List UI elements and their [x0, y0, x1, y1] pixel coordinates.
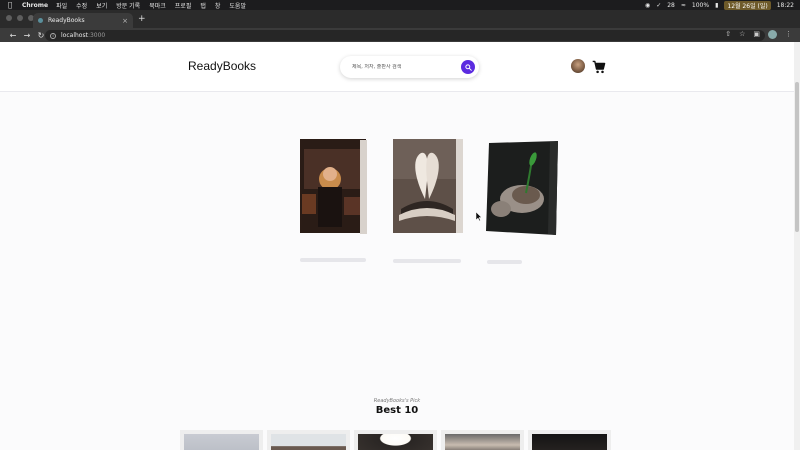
- search-bar: [340, 56, 479, 78]
- best-book-card[interactable]: [354, 430, 437, 450]
- user-avatar[interactable]: [571, 59, 585, 73]
- search-icon: [464, 63, 472, 71]
- site-logo[interactable]: ReadyBooks: [188, 59, 256, 73]
- new-tab-button[interactable]: +: [138, 15, 146, 24]
- back-arrow-icon[interactable]: ←: [6, 31, 20, 40]
- menubar-item-view[interactable]: 보기: [96, 1, 107, 10]
- site-info-icon[interactable]: i: [50, 32, 56, 39]
- menubar-item-bookmarks[interactable]: 북마크: [149, 1, 166, 10]
- menubar-app-name[interactable]: Chrome: [22, 2, 48, 9]
- best-book-card[interactable]: [528, 430, 611, 450]
- best-book-card[interactable]: [180, 430, 263, 450]
- menubar-item-help[interactable]: 도움말: [229, 1, 246, 10]
- window-controls: [6, 15, 34, 21]
- book-shadow: [300, 258, 366, 262]
- minimize-window-button[interactable]: [17, 15, 23, 21]
- book-card-heart-pages[interactable]: [393, 139, 463, 235]
- cart-icon[interactable]: [592, 60, 606, 74]
- menubar-status-area: ◉ ✓ 28 ≈ 100% ▮ 12월 26일 (일) 18:22: [645, 0, 794, 10]
- best-book-card[interactable]: [441, 430, 524, 450]
- best-section-title: Best 10: [375, 405, 419, 416]
- share-icon[interactable]: ⇧: [725, 30, 731, 39]
- best-section-subtitle: ReadyBooks's Pick: [373, 398, 421, 404]
- battery-icon[interactable]: ▮: [715, 2, 718, 9]
- search-button[interactable]: [461, 60, 475, 74]
- status-count[interactable]: 28: [667, 2, 675, 9]
- book-card-seedling-hands[interactable]: [486, 139, 560, 237]
- more-menu-icon[interactable]: ⋮: [785, 30, 792, 39]
- book-card-woman-reading[interactable]: [300, 139, 368, 235]
- menubar-item-file[interactable]: 파일: [56, 1, 67, 10]
- menubar-item-window[interactable]: 창: [215, 1, 221, 10]
- menubar-item-profiles[interactable]: 프로필: [175, 1, 192, 10]
- book-shadow: [487, 260, 522, 264]
- tab-title: ReadyBooks: [48, 17, 85, 24]
- browser-tab[interactable]: ReadyBooks ×: [33, 13, 133, 28]
- bookmark-star-icon[interactable]: ☆: [739, 30, 745, 39]
- close-window-button[interactable]: [6, 15, 12, 21]
- menubar-item-edit[interactable]: 수정: [76, 1, 87, 10]
- book-shadow: [393, 259, 461, 263]
- mouse-cursor-icon: [476, 212, 482, 221]
- menubar-item-history[interactable]: 방문 기록: [116, 1, 140, 10]
- chrome-tab-strip: ReadyBooks × +: [0, 10, 800, 28]
- macos-menubar:  Chrome 파일 수정 보기 방문 기록 북마크 프로필 탭 창 도움말 …: [0, 0, 800, 10]
- page-scrollbar[interactable]: [794, 42, 800, 450]
- record-icon[interactable]: ◉: [645, 2, 650, 9]
- page-viewport: ReadyBooks 제목, 저자, 출판사 검색 ReadyBooks's P…: [0, 42, 794, 450]
- search-input[interactable]: [352, 64, 452, 70]
- toolbar-actions: ⇧ ☆ ▣ ⋮: [725, 30, 792, 39]
- favicon-icon: [38, 18, 43, 23]
- wifi-icon[interactable]: ≈: [681, 2, 686, 9]
- menubar-date[interactable]: 12월 26일 (일): [724, 0, 771, 10]
- profile-avatar[interactable]: [768, 30, 777, 39]
- close-tab-icon[interactable]: ×: [122, 17, 128, 25]
- extensions-icon[interactable]: ▣: [753, 30, 760, 39]
- best-book-card[interactable]: [267, 430, 350, 450]
- forward-arrow-icon[interactable]: →: [20, 31, 34, 40]
- apple-icon[interactable]: : [6, 1, 14, 9]
- menubar-time[interactable]: 18:22: [777, 2, 794, 9]
- site-header: ReadyBooks: [0, 42, 794, 92]
- battery-label[interactable]: 100%: [692, 2, 709, 9]
- menubar-item-tab[interactable]: 탭: [200, 1, 206, 10]
- best-thumbnails: [180, 430, 611, 450]
- scrollbar-thumb[interactable]: [795, 82, 799, 232]
- address-bar[interactable]: i localhost:3000: [45, 30, 765, 41]
- chrome-toolbar: ← → ↻ i localhost:3000 ⇧ ☆ ▣ ⋮: [0, 28, 800, 42]
- status-check-icon[interactable]: ✓: [656, 2, 661, 9]
- url-port: :3000: [87, 32, 106, 39]
- url-host: localhost: [61, 32, 88, 39]
